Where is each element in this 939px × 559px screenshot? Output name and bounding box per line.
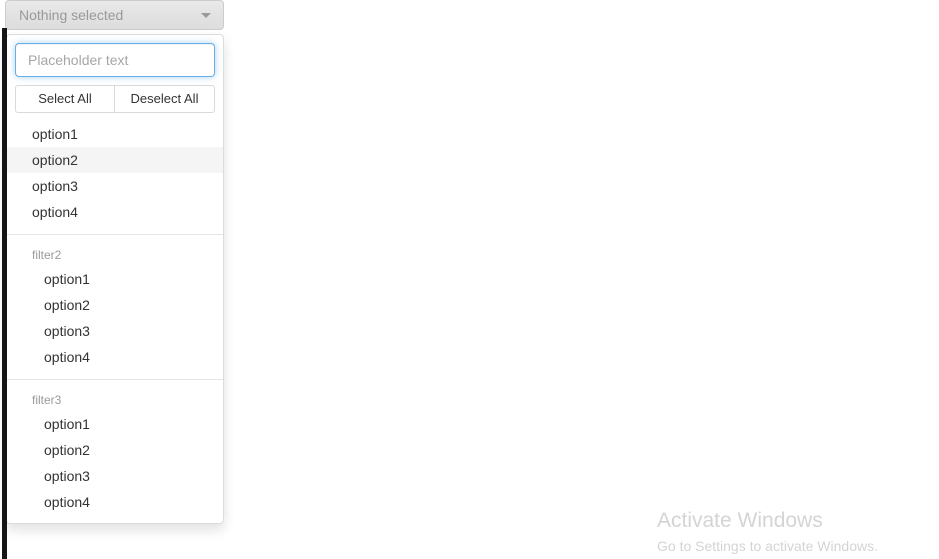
page-left-edge [2,28,7,559]
select-all-button[interactable]: Select All [15,85,115,113]
option-item[interactable]: option4 [7,489,223,515]
option-item[interactable]: option4 [7,344,223,370]
option-list: option1 option2 option3 option4 filter2 optio… [7,121,223,515]
select-actions-group: Select All Deselect All [15,85,215,113]
option-group-label: filter2 [32,248,62,262]
multiselect-toggle-button[interactable]: Nothing selected [5,0,224,30]
option-item[interactable]: option1 [7,266,223,292]
chevron-down-icon [201,13,211,18]
option-item[interactable]: option1 [7,411,223,437]
multiselect-menu: Select All Deselect All option1option2op… [6,34,224,524]
multiselect-toggle-label: Nothing selected [19,7,124,23]
watermark-subtitle: Go to Settings to activate Windows. [657,538,878,554]
option-item[interactable]: option3 [7,463,223,489]
watermark-title: Activate Windows [657,509,823,532]
option-item[interactable]: option2 [7,437,223,463]
windows-activation-watermark: Activate Windows Go to Settings to activ… [657,508,939,556]
option-group-label: filter3 [32,393,62,407]
search-container [7,43,223,77]
option-item[interactable]: option2 [7,292,223,318]
option-item[interactable]: option2 [7,147,223,173]
deselect-all-button[interactable]: Deselect All [115,85,215,113]
option-item[interactable]: option4 [7,199,223,225]
multiselect-dropdown: Nothing selected Select All Deselect All… [5,0,224,524]
group-divider [7,379,223,380]
group-divider [7,234,223,235]
option-item[interactable]: option1 [7,121,223,147]
option-item[interactable]: option3 [7,173,223,199]
option-item[interactable]: option3 [7,318,223,344]
search-input[interactable] [15,43,215,77]
